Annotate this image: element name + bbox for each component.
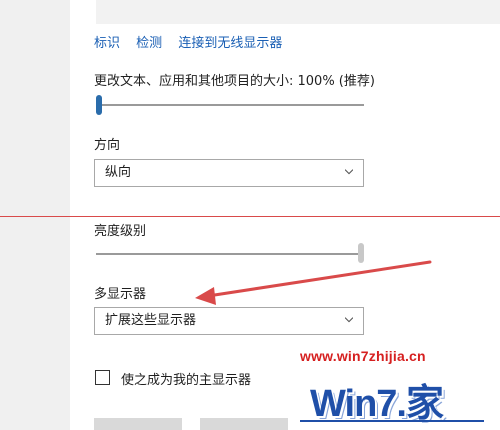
apply-button-partial[interactable] [94,418,182,430]
watermark-url: www.win7zhijia.cn [300,348,426,364]
identify-link[interactable]: 标识 [94,36,120,51]
brightness-slider-track[interactable] [96,253,364,255]
main-display-checkbox[interactable] [95,370,110,385]
brightness-slider-thumb[interactable] [358,243,364,263]
watermark-brand: Win7.家 [310,383,444,425]
main-display-label: 使之成为我的主显示器 [121,373,252,388]
orientation-value: 纵向 [105,165,132,180]
orientation-dropdown[interactable]: 纵向 [94,159,364,187]
display-links-row: 标识 检测 连接到无线显示器 [94,32,294,51]
detect-link[interactable]: 检测 [136,36,162,51]
connect-wireless-display-link[interactable]: 连接到无线显示器 [178,36,282,51]
scale-slider-track[interactable] [96,104,364,106]
orientation-label: 方向 [94,138,121,153]
scale-label: 更改文本、应用和其他项目的大小: 100% (推荐) [94,74,375,89]
cancel-button-partial[interactable] [200,418,288,430]
multi-display-label: 多显示器 [94,287,147,302]
multi-display-value: 扩展这些显示器 [105,313,197,328]
annotation-arrow [195,260,432,305]
multi-display-dropdown[interactable]: 扩展这些显示器 [94,307,364,335]
watermark-logo: Win7.家 [292,368,492,425]
left-nav-panel [0,0,70,430]
scale-slider-thumb[interactable] [96,95,102,115]
watermark-underline [300,420,484,422]
brightness-label: 亮度级别 [94,224,147,239]
display-preview-area [96,0,500,24]
chevron-down-icon [345,169,353,175]
screenshot-divider-line [0,216,500,217]
chevron-down-icon [345,317,353,323]
